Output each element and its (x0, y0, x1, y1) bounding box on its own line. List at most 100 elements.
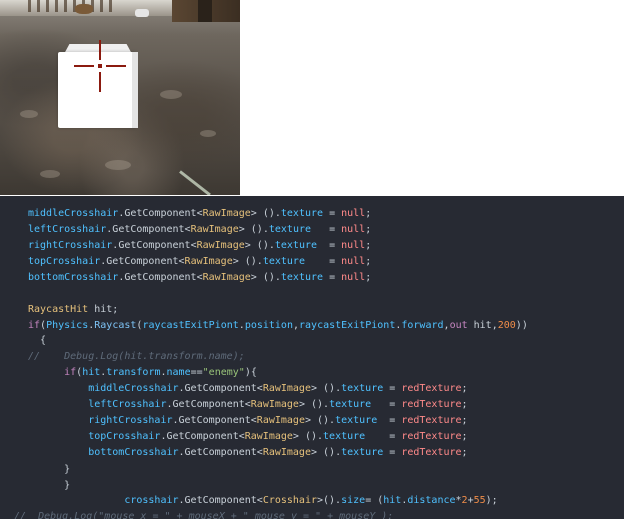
code-token: transform (106, 367, 161, 378)
code-token: > (). (250, 208, 281, 219)
code-token: null (341, 240, 366, 251)
code-token: .GetComponent< (178, 447, 263, 458)
code-token: texture (335, 415, 378, 426)
code-editor[interactable]: middleCrosshair.GetComponent<RawImage> (… (0, 196, 624, 519)
ground-stone (160, 90, 182, 99)
code-token: if (28, 320, 41, 331)
code-line[interactable]: // Debug.Log(hit.transform.name); (28, 349, 245, 364)
wall-doorway (198, 0, 212, 22)
code-token: Crosshair (262, 495, 317, 506)
code-line[interactable]: if(hit.transform.name=="enemy"){ (28, 365, 257, 380)
code-token: = (317, 240, 342, 251)
code-token: crosshair (28, 495, 179, 506)
code-line[interactable]: middleCrosshair.GetComponent<RawImage> (… (28, 381, 467, 396)
code-token: topCrosshair (28, 431, 161, 442)
code-token: = (323, 208, 342, 219)
code-token: .GetComponent< (172, 415, 257, 426)
code-token: bottomCrosshair (28, 272, 119, 283)
code-token: } (28, 480, 71, 491)
code-token: .GetComponent< (166, 399, 251, 410)
code-token: > (). (310, 447, 342, 458)
code-token: texture (274, 240, 318, 251)
code-token: if (28, 367, 77, 378)
code-token: Raycast (94, 320, 137, 331)
code-line[interactable]: leftCrosshair.GetComponent<RawImage> ().… (28, 397, 468, 412)
code-token: topCrosshair (28, 256, 101, 267)
code-token: = (371, 399, 402, 410)
code-token: leftCrosshair (28, 399, 167, 410)
code-token: ; (461, 399, 468, 410)
code-token: = (383, 383, 402, 394)
code-line[interactable]: bottomCrosshair.GetComponent<RawImage> (… (28, 445, 468, 460)
code-token: } (28, 464, 71, 475)
code-token: RawImage (202, 272, 251, 283)
code-token: > (). (298, 399, 330, 410)
code-token: redTexture (401, 447, 462, 458)
code-token: null (341, 272, 366, 283)
white-cloth (135, 9, 149, 17)
code-line[interactable]: // Debug.Log("mouse x = " + mouseX + " m… (14, 509, 393, 519)
ground-stone (200, 130, 216, 137)
code-token: ; (365, 256, 372, 267)
code-token: > (). (292, 431, 324, 442)
code-token: = (311, 224, 342, 235)
crosshair-icon (74, 40, 128, 94)
code-line[interactable]: topCrosshair.GetComponent<RawImage> ().t… (28, 254, 371, 269)
code-token: hit (383, 495, 402, 506)
code-token: .GetComponent< (106, 224, 191, 235)
code-token: .GetComponent< (100, 256, 185, 267)
code-token: .GetComponent< (112, 240, 197, 251)
code-token: distance (407, 495, 456, 506)
code-token: // Debug.Log(hit.transform.name); (28, 351, 245, 362)
code-token: RawImage (250, 399, 299, 410)
code-token: raycastExitPiont (142, 320, 239, 331)
code-line[interactable]: rightCrosshair.GetComponent<RawImage> ()… (28, 413, 467, 428)
code-token: 200 (497, 320, 516, 331)
code-token: = (377, 415, 402, 426)
code-token: out (449, 320, 468, 331)
code-token: ; (365, 272, 372, 283)
code-line[interactable]: RaycastHit hit; (28, 302, 118, 317)
code-token: RawImage (190, 224, 239, 235)
code-token: ){ (244, 367, 257, 378)
code-token: RawImage (262, 447, 311, 458)
cube-side-face (132, 52, 138, 128)
code-line[interactable]: } (28, 478, 70, 493)
code-token: > (). (310, 383, 342, 394)
code-token: name (166, 367, 191, 378)
code-token: null (341, 208, 366, 219)
code-token: >(). (317, 495, 342, 506)
code-line[interactable]: } (28, 462, 70, 477)
code-line[interactable]: leftCrosshair.GetComponent<RawImage> ().… (28, 222, 371, 237)
code-token: RawImage (184, 256, 233, 267)
code-line[interactable]: bottomCrosshair.GetComponent<RawImage> (… (28, 270, 371, 285)
code-token: = (383, 447, 402, 458)
code-token: ; (461, 447, 468, 458)
code-token: .GetComponent< (178, 495, 263, 506)
code-token: ; (461, 431, 468, 442)
code-token: leftCrosshair (28, 224, 107, 235)
code-token: ); (485, 495, 498, 506)
code-line[interactable]: crosshair.GetComponent<Crosshair>().size… (28, 493, 498, 508)
code-token: RawImage (262, 383, 311, 394)
code-token: ; (365, 240, 372, 251)
code-token: redTexture (401, 399, 462, 410)
code-line[interactable]: middleCrosshair.GetComponent<RawImage> (… (28, 206, 371, 221)
code-token: redTexture (401, 415, 462, 426)
code-line[interactable]: topCrosshair.GetComponent<RawImage> ().t… (28, 429, 468, 444)
code-token: hit; (88, 304, 119, 315)
code-line[interactable]: rightCrosshair.GetComponent<RawImage> ()… (28, 238, 371, 253)
code-token: // Debug.Log("mouse x = " + mouseX + " m… (14, 511, 394, 519)
code-token: texture (329, 399, 372, 410)
code-token: > (). (232, 256, 263, 267)
code-line[interactable]: { (28, 333, 46, 348)
code-token: hit (82, 367, 101, 378)
code-token: "enemy" (202, 367, 245, 378)
code-token: position (244, 320, 293, 331)
code-line[interactable]: if(Physics.Raycast(raycastExitPiont.posi… (28, 318, 528, 333)
right-crosshair (106, 65, 126, 67)
code-token: = (304, 256, 342, 267)
code-token: ; (365, 224, 372, 235)
code-token: RawImage (202, 208, 251, 219)
code-token: RawImage (196, 240, 245, 251)
